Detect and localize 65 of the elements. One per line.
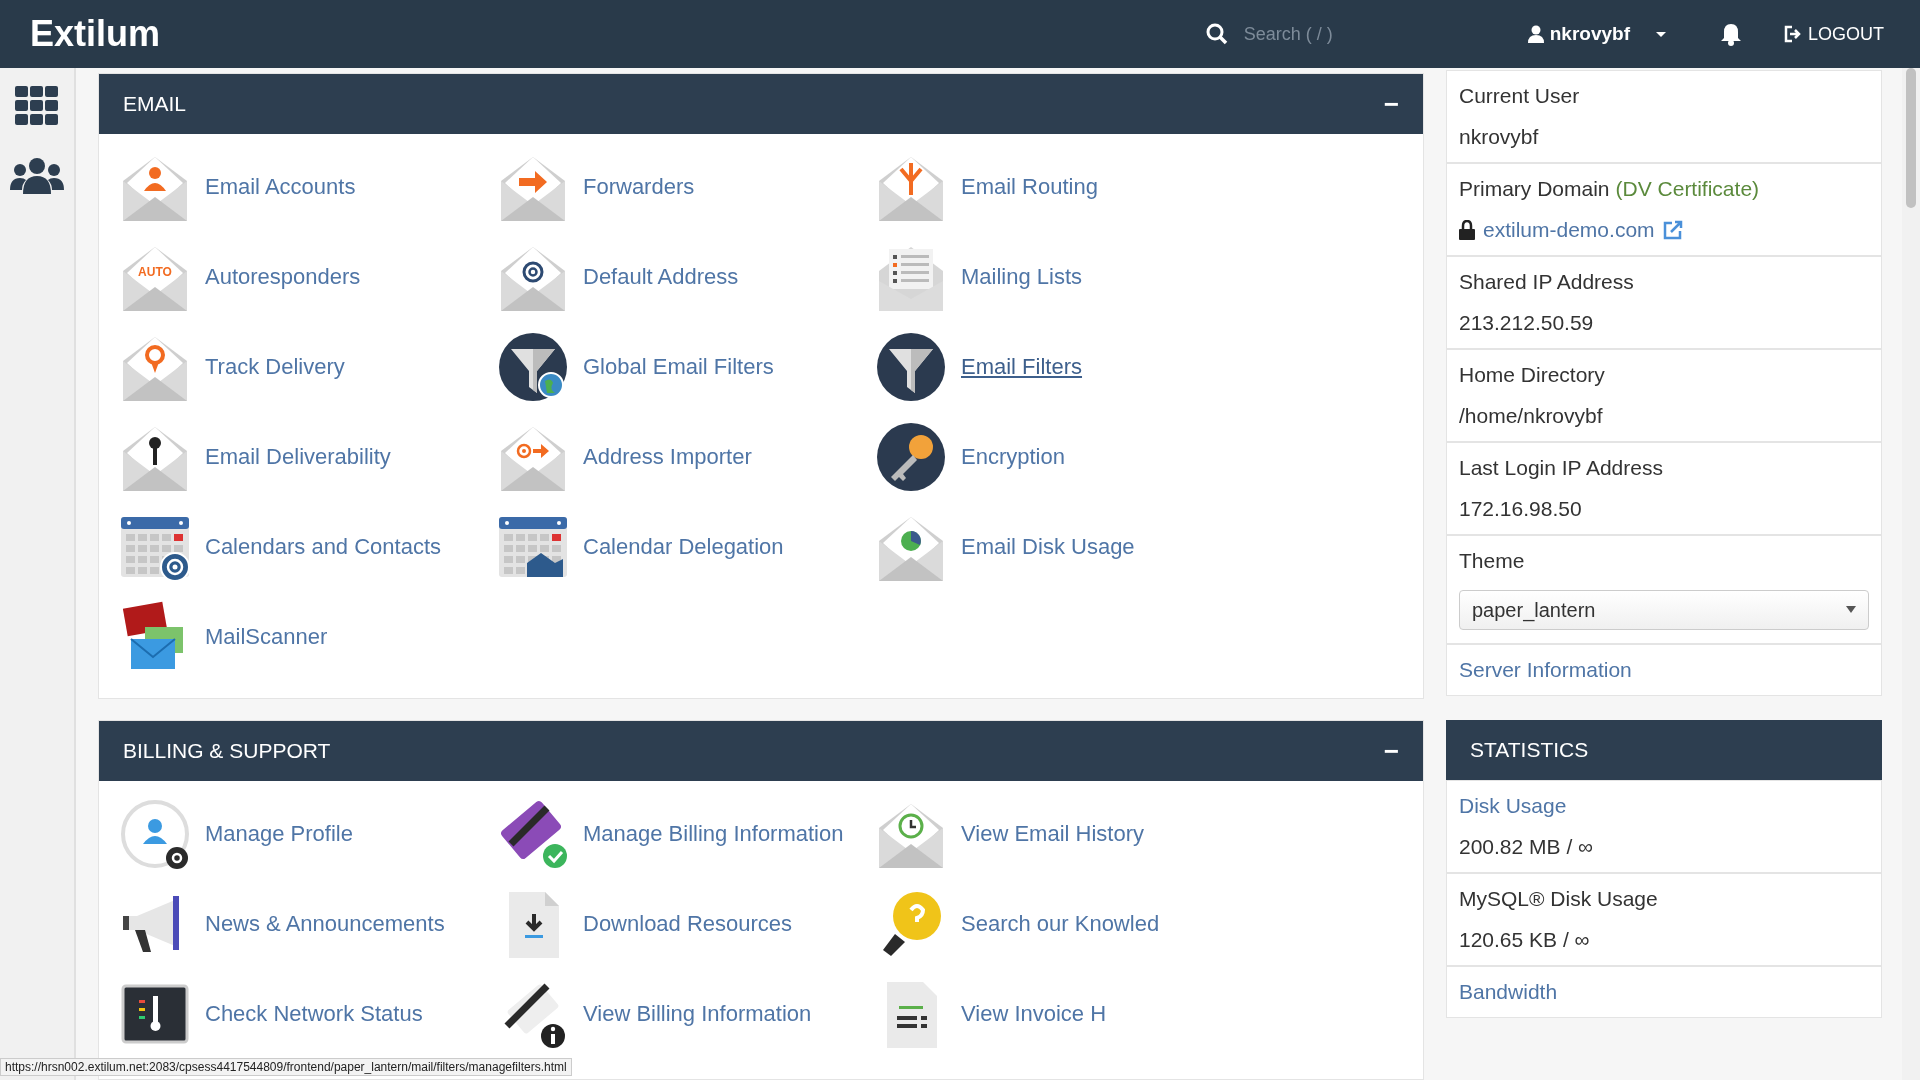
tool-link[interactable]: MailScanner: [205, 624, 328, 650]
users-icon[interactable]: [10, 156, 64, 196]
funnel-icon[interactable]: [875, 331, 947, 403]
user-icon: [1527, 25, 1544, 43]
caret-icon: [1846, 606, 1856, 614]
info-label: Home Directory: [1459, 363, 1606, 387]
tool-link[interactable]: Email Accounts: [205, 174, 356, 200]
tool-link[interactable]: Email Disk Usage: [961, 534, 1135, 560]
collapse-toggle[interactable]: −: [1383, 88, 1399, 120]
info-label: Shared IP Address: [1459, 270, 1635, 294]
lock-icon: [1459, 220, 1475, 240]
tool-link[interactable]: Download Resources: [583, 911, 793, 937]
tool-link[interactable]: Search our Knowled: [961, 911, 1160, 937]
grid-icon[interactable]: [15, 86, 59, 126]
info-label: Primary Domain: [1459, 177, 1610, 201]
domain-link[interactable]: extilum-demo.com: [1483, 218, 1655, 242]
stat-link[interactable]: Disk Usage: [1459, 794, 1869, 818]
tool-link[interactable]: Default Address: [583, 264, 739, 290]
tool-link[interactable]: View Billing Information: [583, 1001, 812, 1027]
tool-link[interactable]: Autoresponders: [205, 264, 361, 290]
statistics-header: STATISTICS: [1446, 720, 1882, 780]
tool-link[interactable]: Forwarders: [583, 174, 695, 200]
tool-link[interactable]: Check Network Status: [205, 1001, 423, 1027]
tool-link[interactable]: Email Routing: [961, 174, 1098, 200]
tool-link[interactable]: Email Deliverability: [205, 444, 391, 470]
tool-link[interactable]: Encryption: [961, 444, 1065, 470]
tool-link[interactable]: View Invoice H: [961, 1001, 1107, 1027]
info-value: /home/nkrovybf: [1459, 404, 1604, 428]
info-value: nkrovybf: [1459, 125, 1540, 149]
tool-link[interactable]: Calendars and Contacts: [205, 534, 442, 560]
tool-link[interactable]: Manage Billing Information: [583, 821, 844, 847]
key-icon[interactable]: [875, 421, 947, 493]
search-field[interactable]: Search ( / ): [1241, 22, 1426, 46]
user-menu[interactable]: nkrovybf: [1515, 23, 1680, 45]
tool-link[interactable]: Address Importer: [583, 444, 752, 470]
profile-gear-icon[interactable]: [119, 798, 191, 870]
stat-value: 120.65 KB / ∞: [1459, 928, 1591, 952]
logout-button[interactable]: LOGOUT: [1778, 22, 1890, 46]
info-value: 172.16.98.50: [1459, 497, 1583, 521]
tool-link[interactable]: Global Email Filters: [583, 354, 774, 380]
funnel-globe-icon[interactable]: [497, 331, 569, 403]
scrollbar[interactable]: [1902, 68, 1920, 1080]
tool-link[interactable]: Mailing Lists: [961, 264, 1083, 290]
certificate-note: (DV Certificate): [1615, 177, 1760, 201]
info-label: Last Login IP Address: [1459, 456, 1664, 480]
theme-select[interactable]: paper_lantern: [1459, 590, 1869, 630]
tool-link[interactable]: News & Announcements: [205, 911, 445, 937]
stat-value: 200.82 MB / ∞: [1459, 835, 1595, 859]
status-url: https://hrsn002.extilum.net:2083/cpsess4417544809/frontend/paper_lantern/mail/filters/managefilters.html: [0, 1058, 572, 1076]
panel-title: BILLING & SUPPORT: [123, 739, 331, 763]
stat-label: MySQL® Disk Usage: [1459, 887, 1659, 911]
info-label: Theme: [1459, 549, 1526, 573]
panel-title: EMAIL: [123, 92, 187, 116]
logo[interactable]: Extilum: [30, 13, 1206, 55]
tool-link[interactable]: Track Delivery: [205, 354, 345, 380]
search-icon[interactable]: [1205, 23, 1228, 45]
collapse-toggle[interactable]: −: [1383, 735, 1399, 767]
tool-link[interactable]: Manage Profile: [205, 821, 353, 847]
external-link-icon[interactable]: [1662, 220, 1683, 240]
info-value: 213.212.50.59: [1459, 311, 1595, 335]
bell-icon[interactable]: [1720, 22, 1742, 46]
tool-link[interactable]: Calendar Delegation: [583, 534, 784, 560]
info-label: Current User: [1459, 84, 1581, 108]
tool-link[interactable]: Email Filters: [961, 354, 1082, 380]
tool-link[interactable]: View Email History: [961, 821, 1144, 847]
